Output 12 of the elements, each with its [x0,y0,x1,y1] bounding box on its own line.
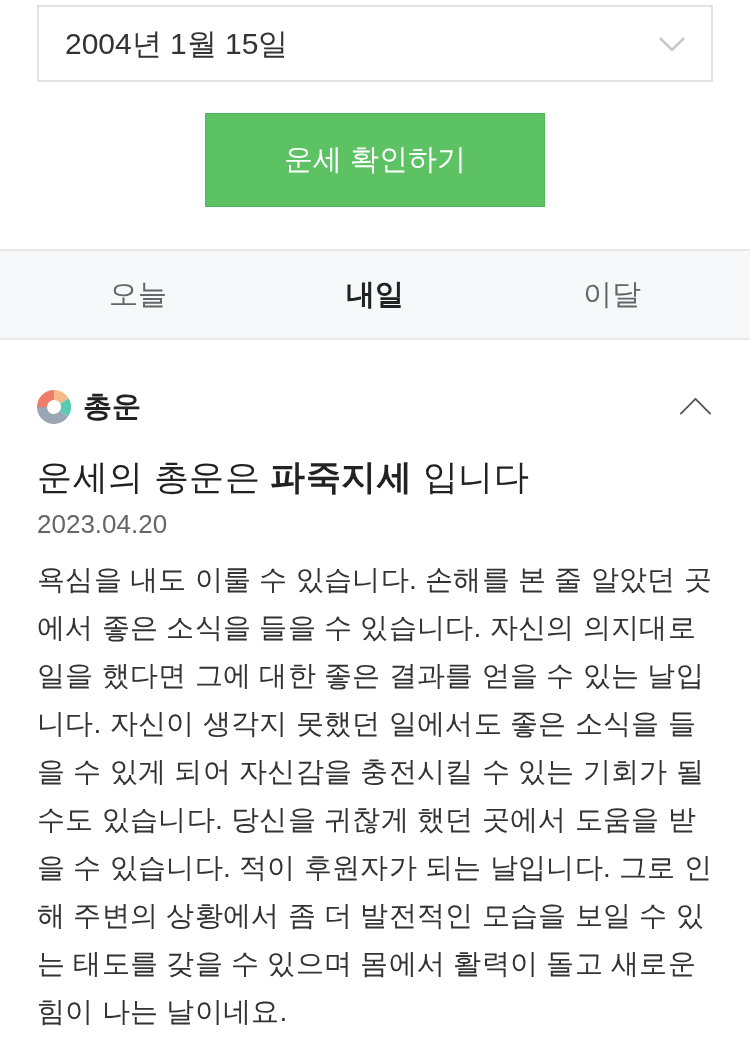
fortune-date: 2023.04.20 [37,508,168,541]
date-select-value: 2004년 1월 15일 [65,26,289,62]
donut-icon [37,389,71,424]
tab[interactable]: 이달 [493,251,730,338]
chevron-up-icon[interactable] [679,398,712,415]
tab[interactable]: 내일 [256,251,494,338]
fortune-headline: 운세의 총운은 파죽지세 입니다 [37,456,531,498]
fortune-description: 욕심을 내도 이룰 수 있습니다. 손해를 본 줄 알았던 곳에서 좋은 소식을 들을 수 있습니다. 자신의 의지대로 일을 했다면 그에 대한 좋은 결과를 얻을 수 있는 날입니다. 자신이 생각지 못했던 일에서도 좋은 소식을 들을 수 있게 되어 자신감을 충전시킬 수 있는 기회가 될 수도 있습니다. 당신을 귀찮게 했던 곳에서 도움을 받을 수 있습니다. 적이 후원자가 되는 날입니다. 그로 인해 주변의 상황에서 좀 더 발전적인 모습을 보일 수 있는 태도를 갖을 수 있으며 몸에서 활력이 돌고 새로운 힘이 나는 날이네요. [37,563,713,1029]
section-title: 총운 [83,388,141,424]
date-select[interactable]: 2004년 1월 15일 [37,5,713,82]
tab[interactable]: 오늘 [20,251,257,338]
chevron-down-icon [659,36,685,51]
